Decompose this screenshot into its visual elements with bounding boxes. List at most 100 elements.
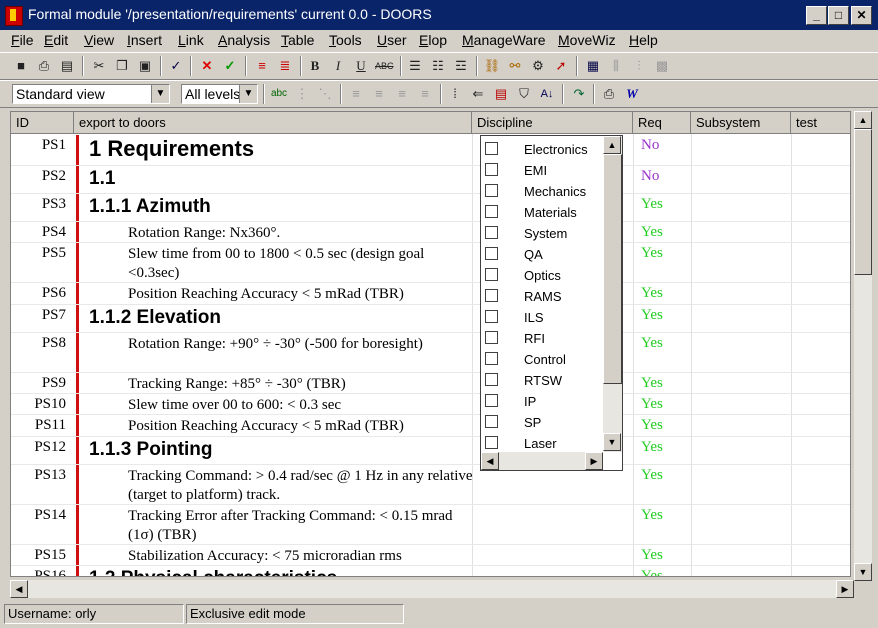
close-button[interactable]: ✕	[851, 6, 872, 25]
table-icon[interactable]: ▦	[584, 57, 602, 75]
doors-app-icon[interactable]	[5, 6, 23, 26]
discipline-option[interactable]: Optics	[485, 265, 605, 286]
req-value[interactable]: Yes	[641, 417, 663, 434]
checkbox[interactable]	[485, 436, 498, 449]
column-header-req[interactable]: Req	[633, 112, 691, 134]
discipline-option[interactable]: Mechanics	[485, 181, 605, 202]
checkbox[interactable]	[485, 163, 498, 176]
save-icon[interactable]: ■	[12, 57, 30, 75]
row-text[interactable]: 1.1	[89, 167, 474, 191]
table-row[interactable]: PS3 1.1.1 Azimuth Yes	[11, 194, 850, 222]
menu-table[interactable]: Table	[281, 32, 314, 48]
table-row[interactable]: PS14 Tracking Error after Tracking Comman…	[11, 505, 850, 545]
checkbox[interactable]	[485, 331, 498, 344]
printer-icon[interactable]: ⎙	[600, 85, 618, 103]
sort-az-icon[interactable]: A↓	[538, 85, 556, 103]
discipline-option[interactable]: ILS	[485, 307, 605, 328]
row-text[interactable]: Rotation Range: Nx360°.	[128, 224, 473, 243]
row-text[interactable]: 1.2 Physical characteristics	[89, 567, 474, 576]
table-row[interactable]: PS13 Tracking Command: > 0.4 rad/sec @ 1 …	[11, 465, 850, 505]
req-value[interactable]: Yes	[641, 335, 663, 352]
req-value[interactable]: Yes	[641, 439, 663, 456]
checkbox[interactable]	[485, 373, 498, 386]
row-text[interactable]: Position Reaching Accuracy < 5 mRad (TBR…	[128, 285, 473, 304]
maximize-button[interactable]: □	[828, 6, 849, 25]
discipline-option[interactable]: RTSW	[485, 370, 605, 391]
discipline-option[interactable]: Electronics	[485, 139, 605, 160]
chevron-down-icon[interactable]: ▼	[151, 85, 169, 103]
table-row[interactable]: PS5 Slew time from 00 to 1800 < 0.5 sec (…	[11, 243, 850, 283]
checkbox[interactable]	[485, 205, 498, 218]
scroll-right-icon[interactable]: ▶	[585, 452, 603, 470]
req-value[interactable]: Yes	[641, 507, 663, 524]
row-text[interactable]: Tracking Range: +85° ÷ -30° (TBR)	[128, 375, 473, 394]
menu-movewiz[interactable]: MoveWiz	[558, 32, 616, 48]
delete-icon[interactable]: ✕	[198, 57, 216, 75]
menu-user[interactable]: User	[377, 32, 407, 48]
spellcheck-icon[interactable]: ✓	[167, 57, 185, 75]
discipline-option[interactable]: System	[485, 223, 605, 244]
req-value[interactable]: Yes	[641, 467, 663, 484]
copy-icon[interactable]: ❐	[113, 57, 131, 75]
discipline-option[interactable]: EMI	[485, 160, 605, 181]
underline-icon[interactable]: U	[352, 57, 370, 75]
checkbox[interactable]	[485, 184, 498, 197]
minimize-button[interactable]: _	[806, 6, 827, 25]
chevron-down-icon[interactable]: ▼	[239, 85, 257, 103]
menu-tools[interactable]: Tools	[329, 32, 362, 48]
discipline-option[interactable]: Laser	[485, 433, 605, 454]
req-value[interactable]: Yes	[641, 245, 663, 262]
checkbox[interactable]	[485, 142, 498, 155]
table-row[interactable]: PS2 1.1 No	[11, 166, 850, 194]
dropdown-horizontal-scrollbar[interactable]: ◀ ▶	[481, 452, 603, 470]
menu-insert[interactable]: Insert	[127, 32, 162, 48]
discipline-option[interactable]: Materials	[485, 202, 605, 223]
table-row[interactable]: PS11 Position Reaching Accuracy < 5 mRad …	[11, 415, 850, 437]
follow-link-icon[interactable]: ➚	[552, 57, 570, 75]
discipline-dropdown[interactable]: Electronics EMI Mechanics Materials System QA…	[480, 135, 623, 471]
discipline-option[interactable]: Control	[485, 349, 605, 370]
table-row[interactable]: PS4 Rotation Range: Nx360°. Yes	[11, 222, 850, 243]
menu-help[interactable]: Help	[629, 32, 658, 48]
link-icon[interactable]: ⛓	[483, 57, 501, 75]
req-value[interactable]: Yes	[641, 285, 663, 302]
checkbox[interactable]	[485, 226, 498, 239]
discipline-option[interactable]: RAMS	[485, 286, 605, 307]
bullet-list-icon[interactable]: ☰	[406, 57, 424, 75]
column-header-test[interactable]: test	[791, 112, 850, 134]
properties-icon[interactable]: ▤	[58, 57, 76, 75]
column-header-id[interactable]: ID	[11, 112, 74, 134]
unlink-icon[interactable]: ⚯	[506, 57, 524, 75]
scroll-up-icon[interactable]: ▲	[603, 136, 621, 154]
row-text[interactable]: Stabilization Accuracy: < 75 microradian…	[128, 547, 473, 566]
req-value[interactable]: Yes	[641, 307, 663, 324]
dropdown-scroll-thumb[interactable]	[603, 154, 622, 384]
discipline-option[interactable]: QA	[485, 244, 605, 265]
menu-file[interactable]: File	[11, 32, 34, 48]
document-icon[interactable]: ▤	[492, 85, 510, 103]
row-text[interactable]: Slew time over 00 to 600: < 0.3 sec	[128, 396, 473, 415]
table-row[interactable]: PS9 Tracking Range: +85° ÷ -30° (TBR) Yes	[11, 373, 850, 394]
discipline-option[interactable]: SP	[485, 412, 605, 433]
levels-select[interactable]: All levels ▼	[181, 84, 258, 104]
menu-link[interactable]: Link	[178, 32, 204, 48]
horizontal-scrollbar[interactable]: ◀ ▶	[10, 580, 854, 598]
bold-icon[interactable]: B	[306, 57, 324, 75]
numbered-list-icon[interactable]: ☷	[429, 57, 447, 75]
row-text[interactable]: Tracking Command: > 0.4 rad/sec @ 1 Hz i…	[128, 467, 473, 505]
checkbox[interactable]	[485, 394, 498, 407]
req-value[interactable]: Yes	[641, 196, 663, 213]
word-export-icon[interactable]: W	[623, 85, 641, 103]
req-value[interactable]: Yes	[641, 568, 663, 576]
checkbox[interactable]	[485, 352, 498, 365]
scroll-right-icon[interactable]: ▶	[836, 580, 854, 598]
menu-view[interactable]: View	[84, 32, 114, 48]
table-row[interactable]: PS1 1 Requirements No	[11, 135, 850, 166]
table-row[interactable]: PS6 Position Reaching Accuracy < 5 mRad (…	[11, 283, 850, 305]
italic-icon[interactable]: I	[329, 57, 347, 75]
checkbox[interactable]	[485, 289, 498, 302]
row-text[interactable]: 1 Requirements	[89, 136, 474, 162]
view-select[interactable]: Standard view ▼	[12, 84, 170, 104]
insert-after-icon[interactable]: ≣	[276, 57, 294, 75]
checkbox[interactable]	[485, 247, 498, 260]
